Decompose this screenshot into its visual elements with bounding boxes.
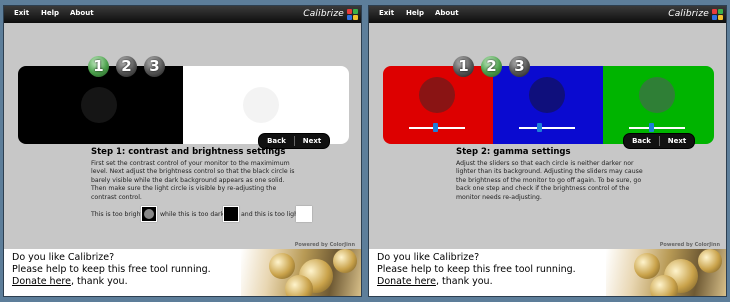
instruction-line: First set the contrast control of your m… xyxy=(91,160,290,167)
step-2-indicator[interactable]: 2 xyxy=(116,56,137,77)
banner-thanks: , thank you. xyxy=(435,276,493,287)
menu-help[interactable]: Help xyxy=(41,9,59,17)
too-bright-label: This is too bright: xyxy=(91,211,146,218)
donation-banner: Do you like Calibrize? Please help to ke… xyxy=(369,249,726,296)
step-3-indicator[interactable]: 3 xyxy=(509,56,530,77)
blue-background xyxy=(493,66,603,144)
red-background xyxy=(383,66,493,144)
powered-by: Powered by ColorJinn xyxy=(294,242,355,248)
banner-line-3: Donate here, thank you. xyxy=(377,276,493,287)
dark-background xyxy=(18,66,183,144)
instruction-line: contrast control. xyxy=(91,193,142,201)
banner-line-3: Donate here, thank you. xyxy=(12,276,128,287)
window-step-2: Exit Help About Calibrize 1 2 3 Back Nex… xyxy=(368,5,727,297)
too-bright-sample xyxy=(141,206,157,222)
back-button[interactable]: Back xyxy=(624,134,659,148)
green-slider-track[interactable] xyxy=(629,127,685,129)
green-circle xyxy=(639,77,675,113)
too-light-label: and this is too light: xyxy=(241,211,303,218)
donation-banner: Do you like Calibrize? Please help to ke… xyxy=(4,249,361,296)
coins-image xyxy=(241,249,361,296)
instruction-line: Adjust the sliders so that each circle i… xyxy=(456,160,634,167)
menu-about[interactable]: About xyxy=(435,9,459,17)
banner-thanks: , thank you. xyxy=(70,276,128,287)
instruction-line: monitor needs re-adjusting. xyxy=(456,193,542,201)
instruction-line: lighter than its background. Adjusting t… xyxy=(456,168,643,176)
app-title: Calibrize xyxy=(668,9,709,19)
next-button[interactable]: Next xyxy=(295,134,329,148)
red-circle xyxy=(419,77,455,113)
menu-about[interactable]: About xyxy=(70,9,94,17)
window-step-1: Exit Help About Calibrize 1 2 3 Back Nex… xyxy=(3,5,362,297)
light-circle xyxy=(243,87,279,123)
step-1-indicator[interactable]: 1 xyxy=(88,56,109,77)
step-title: Step 1: contrast and brightness settings xyxy=(91,147,286,157)
menu-exit[interactable]: Exit xyxy=(379,9,394,17)
instruction-line: barely visible while the dark background… xyxy=(91,176,285,184)
blue-slider-thumb[interactable] xyxy=(537,123,542,132)
banner-line-2: Please help to keep this free tool runni… xyxy=(12,264,211,275)
donate-link[interactable]: Donate here xyxy=(377,276,436,287)
menu-help[interactable]: Help xyxy=(406,9,424,17)
banner-line-1: Do you like Calibrize? xyxy=(12,252,115,263)
banner-line-1: Do you like Calibrize? xyxy=(377,252,480,263)
calibrize-cube-icon xyxy=(347,9,358,20)
donate-link[interactable]: Donate here xyxy=(12,276,71,287)
nav-pill: Back Next xyxy=(623,133,695,149)
instruction-line: the brightness of the monitor to go off … xyxy=(456,176,642,184)
powered-by: Powered by ColorJinn xyxy=(659,242,720,248)
step-3-indicator[interactable]: 3 xyxy=(144,56,165,77)
too-bright-sample-circle xyxy=(144,209,154,219)
banner-line-2: Please help to keep this free tool runni… xyxy=(377,264,576,275)
menu-exit[interactable]: Exit xyxy=(14,9,29,17)
too-light-sample xyxy=(296,206,312,222)
instruction-line: back one step and check if the brightnes… xyxy=(456,185,630,193)
back-button[interactable]: Back xyxy=(259,134,294,148)
app-title: Calibrize xyxy=(303,9,344,19)
step-title: Step 2: gamma settings xyxy=(456,147,571,157)
step-instructions: First set the contrast control of your m… xyxy=(91,160,295,202)
too-dark-sample xyxy=(223,206,239,222)
coins-image xyxy=(606,249,726,296)
menu-bar: Exit Help About Calibrize xyxy=(369,6,726,23)
next-button[interactable]: Next xyxy=(660,134,694,148)
step-2-indicator[interactable]: 2 xyxy=(481,56,502,77)
red-slider-thumb[interactable] xyxy=(433,123,438,132)
blue-circle xyxy=(529,77,565,113)
blue-slider-track[interactable] xyxy=(519,127,575,129)
calibrize-cube-icon xyxy=(712,9,723,20)
menu-bar: Exit Help About Calibrize xyxy=(4,6,361,23)
instruction-line: Then make sure the light circle is visib… xyxy=(91,185,277,193)
step-instructions: Adjust the sliders so that each circle i… xyxy=(456,160,643,202)
black-circle xyxy=(81,87,117,123)
too-dark-label: while this is too dark: xyxy=(160,211,227,218)
green-slider-thumb[interactable] xyxy=(649,123,654,132)
instruction-line: level. Next adjust the brightness contro… xyxy=(91,168,295,176)
step-1-indicator[interactable]: 1 xyxy=(453,56,474,77)
